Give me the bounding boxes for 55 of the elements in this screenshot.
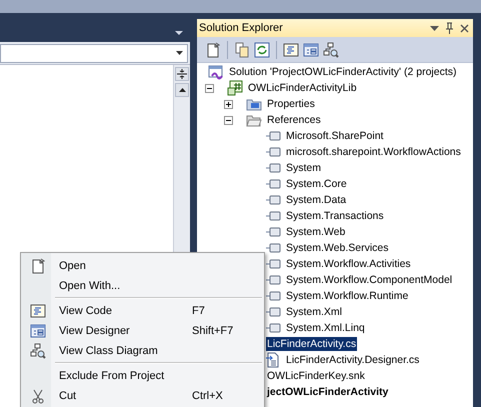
solution-icon [208,64,224,80]
panel-title: Solution Explorer [199,22,284,34]
tree-item[interactable]: System.Data [285,193,348,207]
tree-item[interactable]: Microsoft.SharePoint [285,129,384,143]
tree-item[interactable]: System.Workflow.Activities [285,257,412,271]
code-icon [30,303,46,319]
tree-item[interactable]: System.Transactions [285,209,385,223]
tree-item[interactable]: Properties [266,97,316,111]
dropdown-arrow-icon [176,51,183,55]
tree-item[interactable]: System.Workflow.ComponentModel [285,273,454,287]
tree-item[interactable]: System.Web.Services [285,241,390,255]
file-icon [265,352,281,368]
menu-item[interactable]: View Code F7 [23,301,262,321]
tree-item[interactable]: OWLicFinderActivityLib [247,81,358,95]
scroll-up-button[interactable] [175,83,189,97]
collapse-toggle[interactable] [224,116,233,124]
tree-item[interactable]: System [285,161,322,175]
expand-toggle[interactable] [224,100,233,108]
class-diagram-icon [323,42,339,58]
tree-item[interactable]: System.Xml.Linq [285,321,366,335]
tree-item[interactable]: microsoft.sharepoint.WorkflowActions [285,145,462,159]
class-diagram-icon [30,343,46,359]
scissors-icon [30,388,46,404]
code-icon [283,42,299,58]
tree-item[interactable]: System.Web [285,225,346,239]
menu-item[interactable]: Open [23,256,262,276]
tree-item[interactable]: System.Xml [285,305,344,319]
document-icon [205,42,221,58]
menu-item[interactable]: Cut Ctrl+X [23,386,262,406]
copy-icon [234,42,250,58]
tree-item[interactable]: System.Workflow.Runtime [285,289,410,303]
menu-item[interactable]: Open With... [23,276,262,296]
tree-item[interactable]: LicFinderActivity.cs [266,337,358,351]
tree-item[interactable]: jectOWLicFinderActivity [266,385,390,399]
pin-icon [445,22,454,34]
tree-item[interactable]: Solution 'ProjectOWLicFinderActivity' (2 projects) [228,65,458,79]
menu-item[interactable]: View Class Diagram [23,341,262,361]
tree-item[interactable]: References [266,113,322,127]
close-icon [460,24,469,32]
designer-icon [303,42,319,58]
project-icon [227,80,243,96]
up-arrow-icon [178,88,186,92]
dropdown-icon [430,26,439,30]
split-button[interactable] [175,67,189,81]
designer-icon [30,323,46,339]
menu-item[interactable]: Exclude From Project [23,366,262,386]
collapse-toggle[interactable] [205,84,214,92]
tree-item[interactable]: LicFinderActivity.Designer.cs [285,353,420,367]
split-icon [177,69,187,79]
dropdown-icon [174,30,184,36]
document-icon [30,258,46,274]
refresh-icon [254,42,270,58]
tree-item[interactable]: System.Core [285,177,348,191]
tree-item[interactable]: OWLicFinderKey.snk [266,369,366,383]
menu-item[interactable]: View Designer Shift+F7 [23,321,262,341]
